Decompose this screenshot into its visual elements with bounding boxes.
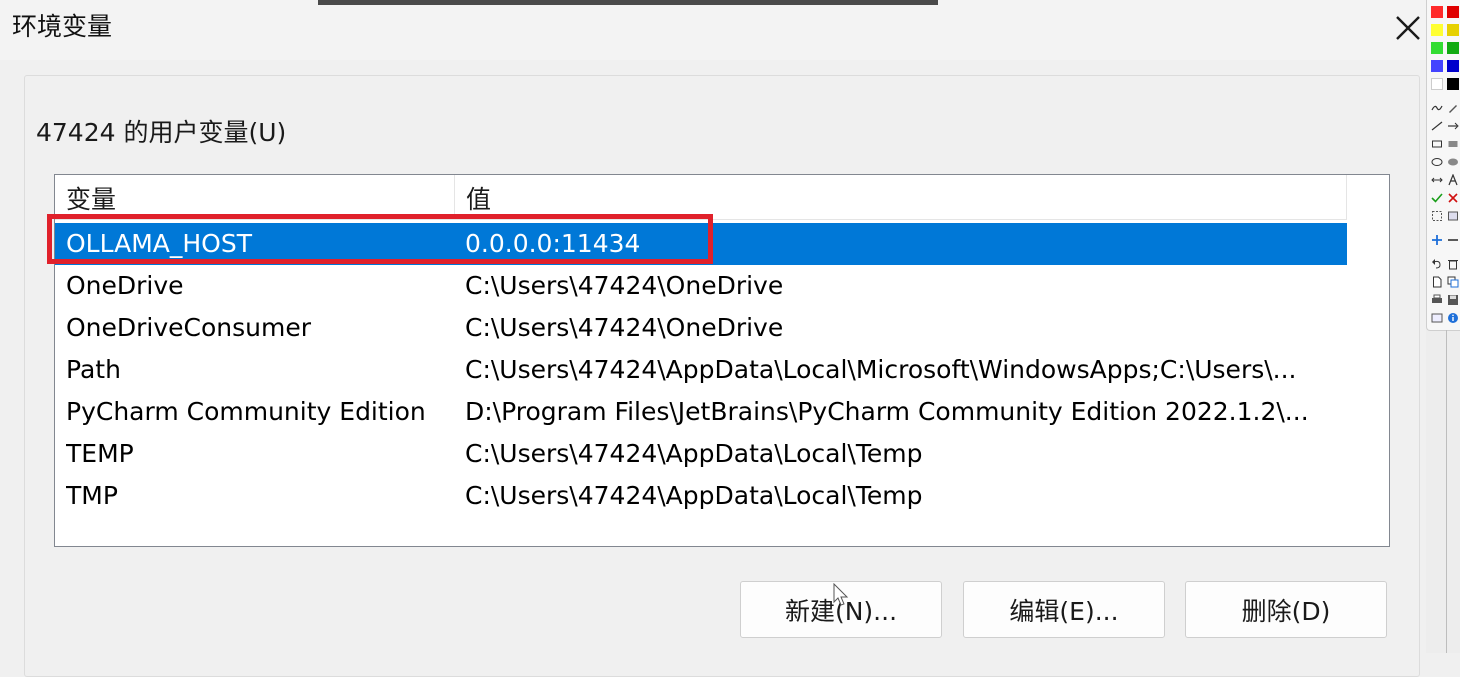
variable-name: PyCharm Community Edition (66, 397, 426, 426)
copy-icon[interactable] (1446, 275, 1460, 289)
color-swatch-dark-yellow[interactable] (1447, 24, 1459, 36)
edit-variable-button[interactable]: 编辑(E)... (963, 581, 1165, 638)
highlighter-tool-icon[interactable] (1446, 209, 1460, 223)
table-row[interactable]: OneDrive C:\Users\47424\OneDrive (55, 265, 1347, 307)
arrow-tool-icon[interactable] (1446, 119, 1460, 133)
filled-rectangle-tool-icon[interactable] (1446, 137, 1460, 151)
table-row[interactable]: TMP C:\Users\47424\AppData\Local\Temp (55, 475, 1347, 517)
variable-value: C:\Users\47424\OneDrive (465, 271, 784, 300)
table-row[interactable]: PyCharm Community Edition D:\Program Fil… (55, 391, 1347, 433)
column-header-name[interactable]: 变量 (55, 175, 455, 219)
color-swatch-dark-red[interactable] (1447, 6, 1459, 18)
select-tool-icon[interactable] (1430, 209, 1444, 223)
color-swatch-white[interactable] (1431, 78, 1443, 90)
user-variables-label: 47424 的用户变量(U) (30, 116, 293, 150)
table-row[interactable]: OneDriveConsumer C:\Users\47424\OneDrive (55, 307, 1347, 349)
print-icon[interactable] (1430, 293, 1444, 307)
new-variable-button[interactable]: 新建(N)... (740, 581, 942, 638)
new-page-icon[interactable] (1430, 275, 1444, 289)
table-row[interactable]: TEMP C:\Users\47424\AppData\Local\Temp (55, 433, 1347, 475)
delete-variable-button[interactable]: 删除(D) (1185, 581, 1387, 638)
color-swatch-red[interactable] (1431, 6, 1443, 18)
variable-name: OneDrive (66, 271, 184, 300)
check-icon[interactable] (1430, 191, 1444, 205)
cross-icon[interactable] (1446, 191, 1460, 205)
pencil-tool-icon[interactable] (1446, 101, 1460, 115)
undo-icon[interactable] (1430, 257, 1444, 271)
zoom-in-icon[interactable] (1430, 233, 1444, 247)
zoom-out-icon[interactable] (1446, 233, 1460, 247)
color-swatch-yellow[interactable] (1431, 24, 1443, 36)
variable-name: TEMP (66, 439, 134, 468)
close-icon (1396, 16, 1420, 40)
ellipse-tool-icon[interactable] (1430, 155, 1444, 169)
double-arrow-tool-icon[interactable] (1430, 173, 1444, 187)
trash-icon[interactable] (1446, 257, 1460, 271)
variable-value: C:\Users\47424\AppData\Local\Temp (465, 439, 923, 468)
close-button[interactable] (1388, 8, 1428, 48)
table-row[interactable]: OLLAMA_HOST 0.0.0.0:11434 (55, 223, 1347, 265)
screenshot-icon[interactable] (1430, 311, 1444, 325)
table-row[interactable]: Path C:\Users\47424\AppData\Local\Micros… (55, 349, 1347, 391)
rectangle-tool-icon[interactable] (1430, 137, 1444, 151)
list-header: 变量 值 (55, 175, 1347, 220)
variable-name: OLLAMA_HOST (66, 229, 252, 258)
variable-name: Path (66, 355, 121, 384)
variable-value: C:\Users\47424\OneDrive (465, 313, 784, 342)
color-swatch-dark-blue[interactable] (1447, 60, 1459, 72)
info-icon[interactable] (1446, 311, 1460, 325)
line-tool-icon[interactable] (1430, 119, 1444, 133)
filled-ellipse-tool-icon[interactable] (1446, 155, 1460, 169)
save-icon[interactable] (1446, 293, 1460, 307)
variable-value: C:\Users\47424\AppData\Local\Temp (465, 481, 923, 510)
color-swatch-green[interactable] (1431, 42, 1443, 54)
window-title: 环境变量 (12, 12, 113, 41)
variable-name: OneDriveConsumer (66, 313, 312, 342)
overlay-shadow (318, 0, 938, 5)
color-swatch-blue[interactable] (1431, 60, 1443, 72)
color-swatch-black[interactable] (1447, 78, 1459, 90)
variable-value: C:\Users\47424\AppData\Local\Microsoft\W… (465, 355, 1297, 384)
freehand-tool-icon[interactable] (1430, 101, 1444, 115)
title-bar (0, 0, 1426, 60)
color-swatch-dark-green[interactable] (1447, 42, 1459, 54)
column-header-value[interactable]: 值 (455, 175, 1347, 219)
user-variables-list[interactable]: 变量 值 OLLAMA_HOST 0.0.0.0:11434 OneDrive … (54, 174, 1390, 547)
variable-value: D:\Program Files\JetBrains\PyCharm Commu… (465, 397, 1309, 426)
variable-value: 0.0.0.0:11434 (465, 229, 641, 258)
text-tool-icon[interactable] (1446, 173, 1460, 187)
toolbar-divider (1446, 330, 1447, 653)
variable-name: TMP (66, 481, 118, 510)
color-palette-panel (1426, 0, 1460, 331)
